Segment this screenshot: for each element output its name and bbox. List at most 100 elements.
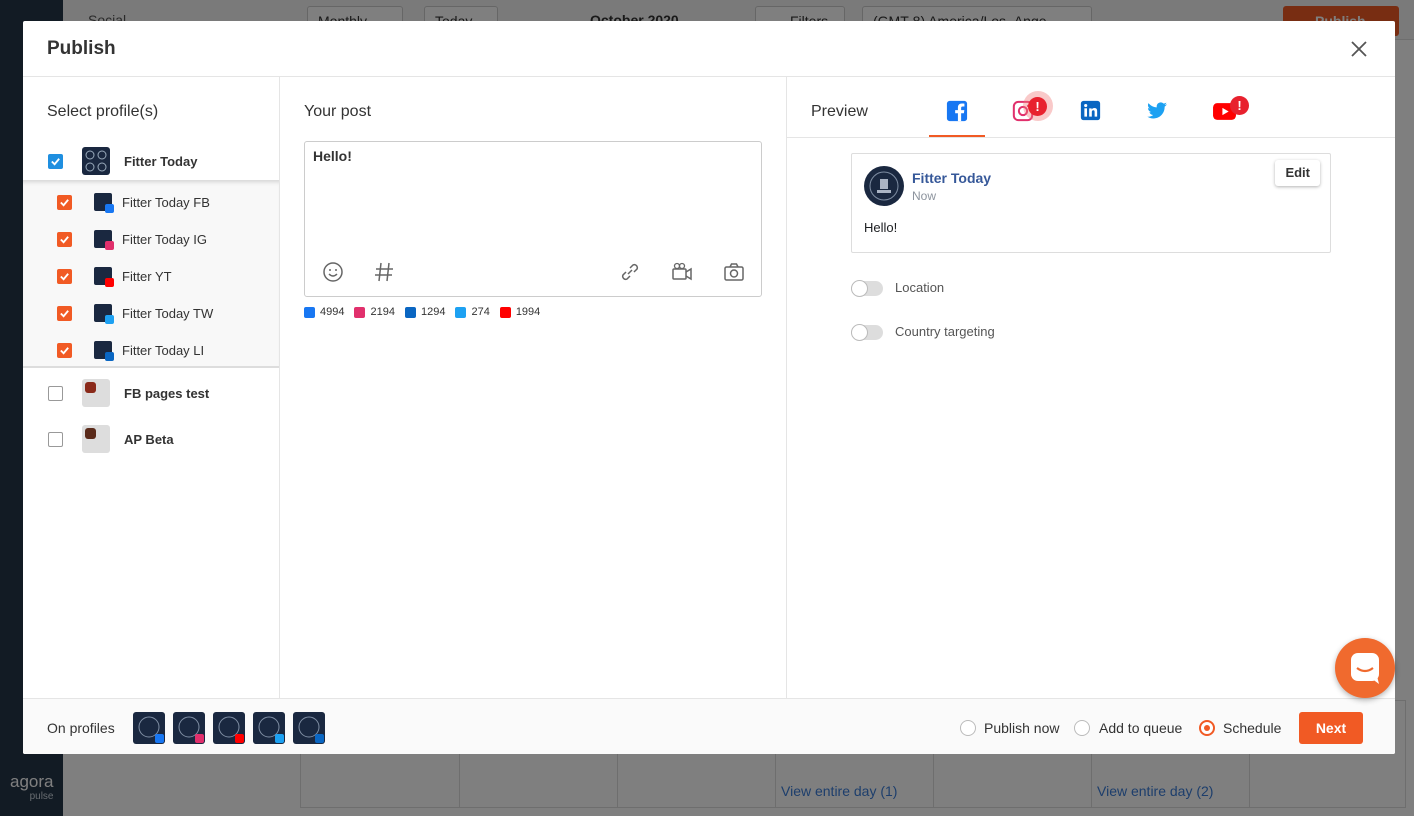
counter-value: 4994 <box>320 306 345 318</box>
group-label: Fitter Today <box>124 153 198 169</box>
schedule-radio[interactable] <box>1199 720 1215 736</box>
instagram-avatar-icon <box>94 230 114 250</box>
tab-twitter[interactable] <box>1128 95 1184 137</box>
youtube-avatar-icon <box>94 267 114 287</box>
tab-linkedin[interactable] <box>1062 95 1118 137</box>
modal-title: Publish <box>47 38 116 59</box>
counter-value: 1994 <box>515 306 541 318</box>
linkedin-icon <box>404 306 416 318</box>
instagram-counter: 2194 <box>354 306 395 318</box>
video-icon[interactable] <box>670 260 694 284</box>
preview-profile-name[interactable]: Fitter Today <box>912 170 991 186</box>
counter-value: 274 <box>471 306 490 318</box>
linkedin-icon <box>1080 100 1100 121</box>
profile-label: Fitter Today LI <box>122 342 205 358</box>
chat-icon <box>1351 653 1379 684</box>
group-checkbox[interactable] <box>48 153 63 169</box>
twitter-icon <box>455 306 467 318</box>
group-avatar <box>82 147 110 175</box>
facebook-icon <box>304 306 315 318</box>
profile-item-fb-pages-test[interactable]: FB pages test <box>23 377 279 409</box>
counter-value: 1294 <box>420 306 446 318</box>
profiles-heading: Select profile(s) <box>47 103 159 120</box>
post-preview: Preview ! ! Fitter Today Now Edit Hello! <box>787 77 1395 698</box>
profile-selector: Select profile(s) Fitter Today Fitter To… <box>23 77 280 698</box>
facebook-icon <box>946 100 968 122</box>
profile-item-ap-beta[interactable]: AP Beta <box>23 423 279 455</box>
close-icon[interactable] <box>1349 39 1369 59</box>
publish-now-radio[interactable] <box>960 720 976 736</box>
twitter-avatar-icon <box>94 304 114 324</box>
checkbox[interactable] <box>48 385 63 401</box>
preview-heading: Preview <box>811 103 868 120</box>
linkedin-counter: 1294 <box>404 306 446 318</box>
avatar <box>864 166 904 206</box>
publish-now-label[interactable]: Publish now <box>984 720 1060 736</box>
alert-badge: ! <box>1028 97 1047 116</box>
profile-label: Fitter YT <box>122 268 172 284</box>
location-toggle[interactable] <box>851 280 883 297</box>
tab-facebook[interactable] <box>929 95 985 137</box>
schedule-label[interactable]: Schedule <box>1223 720 1281 736</box>
twitter-counter: 274 <box>455 306 490 318</box>
profile-item-li[interactable]: Fitter Today LI <box>23 335 279 365</box>
checkbox[interactable] <box>57 194 72 210</box>
profile-item-fb[interactable]: Fitter Today FB <box>23 187 279 217</box>
profile-item-ig[interactable]: Fitter Today IG <box>23 224 279 254</box>
counter-value: 2194 <box>370 306 395 318</box>
linkedin-avatar-icon <box>94 341 114 361</box>
profile-thumb-facebook <box>133 712 165 744</box>
profile-thumb-youtube <box>213 712 245 744</box>
profile-item-yt[interactable]: Fitter YT <box>23 261 279 291</box>
tab-instagram[interactable]: ! <box>995 91 1053 137</box>
modal-header: Publish <box>23 21 1395 77</box>
camera-icon[interactable] <box>722 260 746 284</box>
preview-body: Hello! <box>864 220 898 235</box>
twitter-icon <box>1146 102 1167 119</box>
checkbox[interactable] <box>48 431 63 447</box>
selected-profiles <box>133 712 325 744</box>
checkbox[interactable] <box>57 342 72 358</box>
profile-item-tw[interactable]: Fitter Today TW <box>23 298 279 328</box>
location-label: Location <box>895 280 945 295</box>
youtube-icon <box>499 306 511 318</box>
profile-thumb-linkedin <box>293 712 325 744</box>
instagram-icon <box>354 306 366 318</box>
character-counters: 4994 2194 1294 274 1994 <box>304 306 540 318</box>
checkbox[interactable] <box>57 231 72 247</box>
emoji-icon[interactable] <box>321 260 345 284</box>
profile-label: Fitter Today IG <box>122 231 208 247</box>
edit-button[interactable]: Edit <box>1275 160 1320 186</box>
facebook-counter: 4994 <box>304 306 344 318</box>
post-heading: Your post <box>304 103 372 120</box>
next-button[interactable]: Next <box>1299 712 1363 744</box>
profile-sublist: Fitter Today FB Fitter Today IG Fitter Y… <box>23 180 279 368</box>
add-to-queue-radio[interactable] <box>1074 720 1090 736</box>
post-textarea[interactable]: Hello! <box>304 141 762 297</box>
post-composer: Your post Hello! 4994 2194 1294 274 1994 <box>280 77 787 698</box>
facebook-avatar-icon <box>94 193 114 213</box>
profile-label: Fitter Today FB <box>122 194 210 210</box>
link-icon[interactable] <box>618 260 642 284</box>
publish-modal: Publish Select profile(s) Fitter Today F… <box>23 21 1395 754</box>
avatar <box>82 379 110 407</box>
on-profiles-label: On profiles <box>47 720 115 736</box>
alert-badge: ! <box>1230 96 1249 115</box>
checkbox[interactable] <box>57 268 72 284</box>
profile-label: FB pages test <box>124 385 210 401</box>
post-text[interactable]: Hello! <box>313 148 352 164</box>
tab-youtube[interactable]: ! <box>1196 95 1252 137</box>
preview-timestamp: Now <box>912 189 937 203</box>
modal-footer: On profiles Publish now Add to queue Sch… <box>23 698 1395 754</box>
profile-group-fitter-today[interactable]: Fitter Today <box>23 142 279 180</box>
avatar <box>82 425 110 453</box>
youtube-counter: 1994 <box>499 306 541 318</box>
profile-thumb-twitter <box>253 712 285 744</box>
add-to-queue-label[interactable]: Add to queue <box>1099 720 1182 736</box>
checkbox[interactable] <box>57 305 72 321</box>
profile-label: AP Beta <box>124 431 174 447</box>
hashtag-icon[interactable] <box>372 260 396 284</box>
country-targeting-toggle[interactable] <box>851 324 883 341</box>
chat-launcher-button[interactable] <box>1335 638 1395 698</box>
country-targeting-label: Country targeting <box>895 324 995 339</box>
